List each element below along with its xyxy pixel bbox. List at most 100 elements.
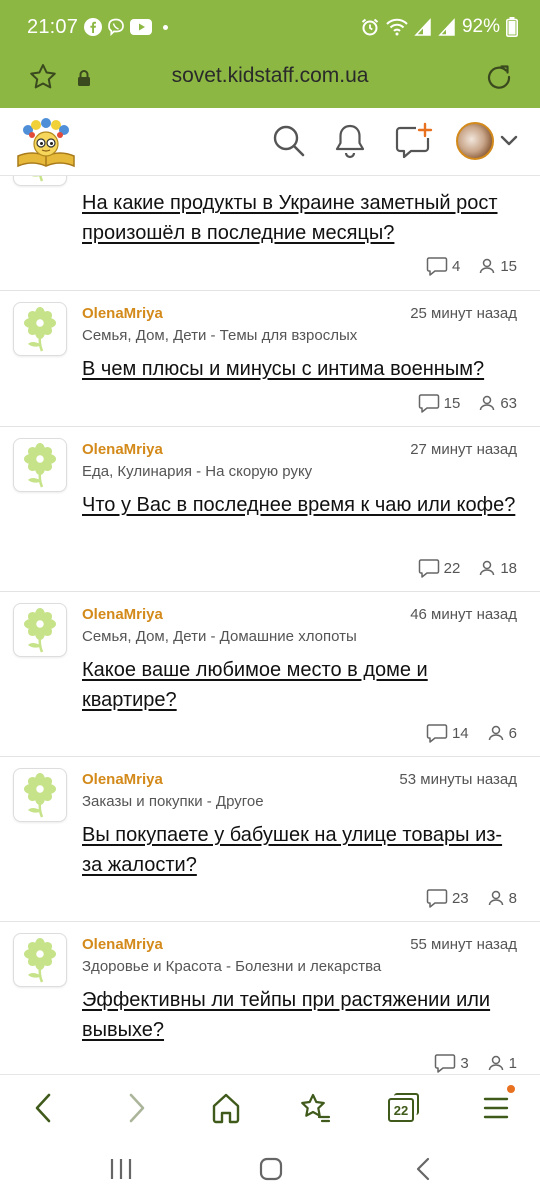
author-avatar[interactable] [13, 438, 67, 492]
topic-category[interactable]: Заказы и покупки - Другое [82, 793, 264, 810]
flower-icon [24, 443, 56, 488]
comment-icon [418, 394, 439, 413]
home-icon[interactable] [210, 1091, 242, 1125]
menu-notification-dot [507, 1085, 515, 1093]
user-icon [480, 395, 495, 411]
user-icon [480, 258, 495, 274]
battery-icon [506, 17, 518, 37]
facebook-icon [84, 18, 102, 36]
new-message-icon[interactable] [394, 122, 434, 160]
flower-icon [24, 773, 56, 818]
signal-icon [414, 18, 431, 36]
comment-icon [426, 257, 448, 276]
topic-title[interactable]: Вы покупаете у бабушек на улице товары и… [82, 820, 522, 880]
author-avatar[interactable] [13, 768, 67, 822]
topic-stats: 23 8 [408, 888, 517, 908]
topic-item[interactable]: OlenaMriya 55 минут назад Здоровье и Кра… [0, 923, 540, 1074]
url-text[interactable]: sovet.kidstaff.com.ua [0, 64, 540, 88]
topic-title[interactable]: Что у Вас в последнее время к чаю или ко… [82, 490, 522, 520]
system-status: 92% [360, 16, 518, 38]
topic-category[interactable]: Семья, Дом, Дети - Темы для взрослых [82, 327, 357, 344]
post-time: 27 минут назад [410, 441, 517, 458]
viber-icon [108, 18, 124, 36]
user-icon [488, 1055, 503, 1071]
system-back-icon[interactable] [412, 1157, 436, 1181]
topic-item[interactable]: OlenaMriya 46 минут назад Семья, Дом, Де… [0, 593, 540, 757]
status-time: 21:07 [27, 16, 79, 38]
topic-title[interactable]: На какие продукты в Украине заметный рос… [82, 188, 522, 248]
site-header [0, 108, 540, 176]
author-avatar[interactable] [13, 176, 67, 186]
wifi-icon [386, 18, 408, 36]
topic-title[interactable]: Какое ваше любимое место в доме и кварти… [82, 655, 522, 715]
more-notifications-dot [163, 24, 168, 30]
flower-icon [24, 608, 56, 653]
topic-category[interactable]: Здоровье и Красота - Болезни и лекарства [82, 958, 381, 975]
chevron-down-icon[interactable] [500, 134, 518, 148]
browser-toolbar: 22 [0, 1074, 540, 1140]
comment-icon [426, 889, 448, 908]
menu-icon[interactable] [482, 1091, 510, 1125]
author-name[interactable]: OlenaMriya [82, 936, 163, 953]
comment-icon [426, 724, 448, 743]
topic-item[interactable]: OlenaMriya 53 минуты назад Заказы и поку… [0, 758, 540, 922]
recent-apps-icon[interactable] [108, 1157, 134, 1181]
browser-address-bar: sovet.kidstaff.com.ua [0, 56, 540, 108]
back-icon[interactable] [30, 1091, 58, 1125]
topic-item[interactable]: OlenaMriya 27 минут назад Еда, Кулинария… [0, 428, 540, 592]
post-time: 53 минуты назад [399, 771, 517, 788]
signal-2-icon [438, 18, 455, 36]
author-avatar[interactable] [13, 302, 67, 356]
author-name[interactable]: OlenaMriya [82, 441, 163, 458]
search-icon[interactable] [270, 122, 308, 160]
views-count: 1 [487, 1054, 517, 1072]
flower-icon [24, 307, 56, 352]
bookmarks-icon[interactable] [298, 1091, 332, 1125]
topic-category[interactable]: Еда, Кулинария - На скорую руку [82, 463, 312, 480]
user-icon [488, 725, 503, 741]
topic-title[interactable]: Эффективны ли тейпы при растяжении или в… [82, 985, 522, 1045]
topic-stats: 3 1 [416, 1053, 517, 1073]
alarm-icon [361, 18, 379, 36]
author-avatar[interactable] [13, 933, 67, 987]
author-avatar[interactable] [13, 603, 67, 657]
bell-icon[interactable] [332, 122, 368, 160]
topic-item[interactable]: На какие продукты в Украине заметный рос… [0, 176, 540, 291]
topic-stats: 15 63 [400, 393, 517, 413]
topic-item[interactable]: OlenaMriya 25 минут назад Семья, Дом, Де… [0, 292, 540, 427]
tabs-button[interactable]: 22 [388, 1093, 420, 1123]
topic-title[interactable]: В чем плюсы и минусы с интима военным? [82, 354, 522, 384]
user-avatar[interactable] [456, 122, 494, 160]
topic-stats: 14 6 [408, 723, 517, 743]
forward-icon[interactable] [122, 1091, 150, 1125]
status-bar: 21:07 92% [0, 0, 540, 56]
topic-category[interactable]: Семья, Дом, Дети - Домашние хлопоты [82, 628, 357, 645]
author-name[interactable]: OlenaMriya [82, 771, 163, 788]
comment-icon [435, 1054, 456, 1073]
youtube-icon [130, 19, 152, 35]
comments-count: 22 [418, 558, 460, 578]
reload-icon[interactable] [484, 62, 514, 92]
notification-icons [84, 18, 168, 36]
user-icon [480, 560, 495, 576]
battery-percent: 92% [461, 16, 500, 37]
topic-stats: 4 15 [408, 256, 517, 276]
views-count: 8 [487, 889, 517, 907]
comments-count: 14 [426, 723, 469, 743]
home-button-icon[interactable] [258, 1157, 284, 1181]
views-count: 15 [478, 257, 517, 275]
system-navigation [0, 1140, 540, 1200]
comments-count: 3 [434, 1053, 469, 1073]
user-icon [488, 890, 503, 906]
tabs-count: 22 [388, 1098, 414, 1122]
post-time: 25 минут назад [410, 305, 517, 322]
views-count: 18 [478, 559, 517, 577]
comment-icon [418, 559, 439, 578]
comments-count: 4 [426, 256, 460, 276]
post-time: 55 минут назад [410, 936, 517, 953]
author-name[interactable]: OlenaMriya [82, 606, 163, 623]
views-count: 6 [487, 724, 517, 742]
author-name[interactable]: OlenaMriya [82, 305, 163, 322]
site-logo[interactable] [14, 116, 78, 170]
flower-icon [24, 938, 56, 983]
